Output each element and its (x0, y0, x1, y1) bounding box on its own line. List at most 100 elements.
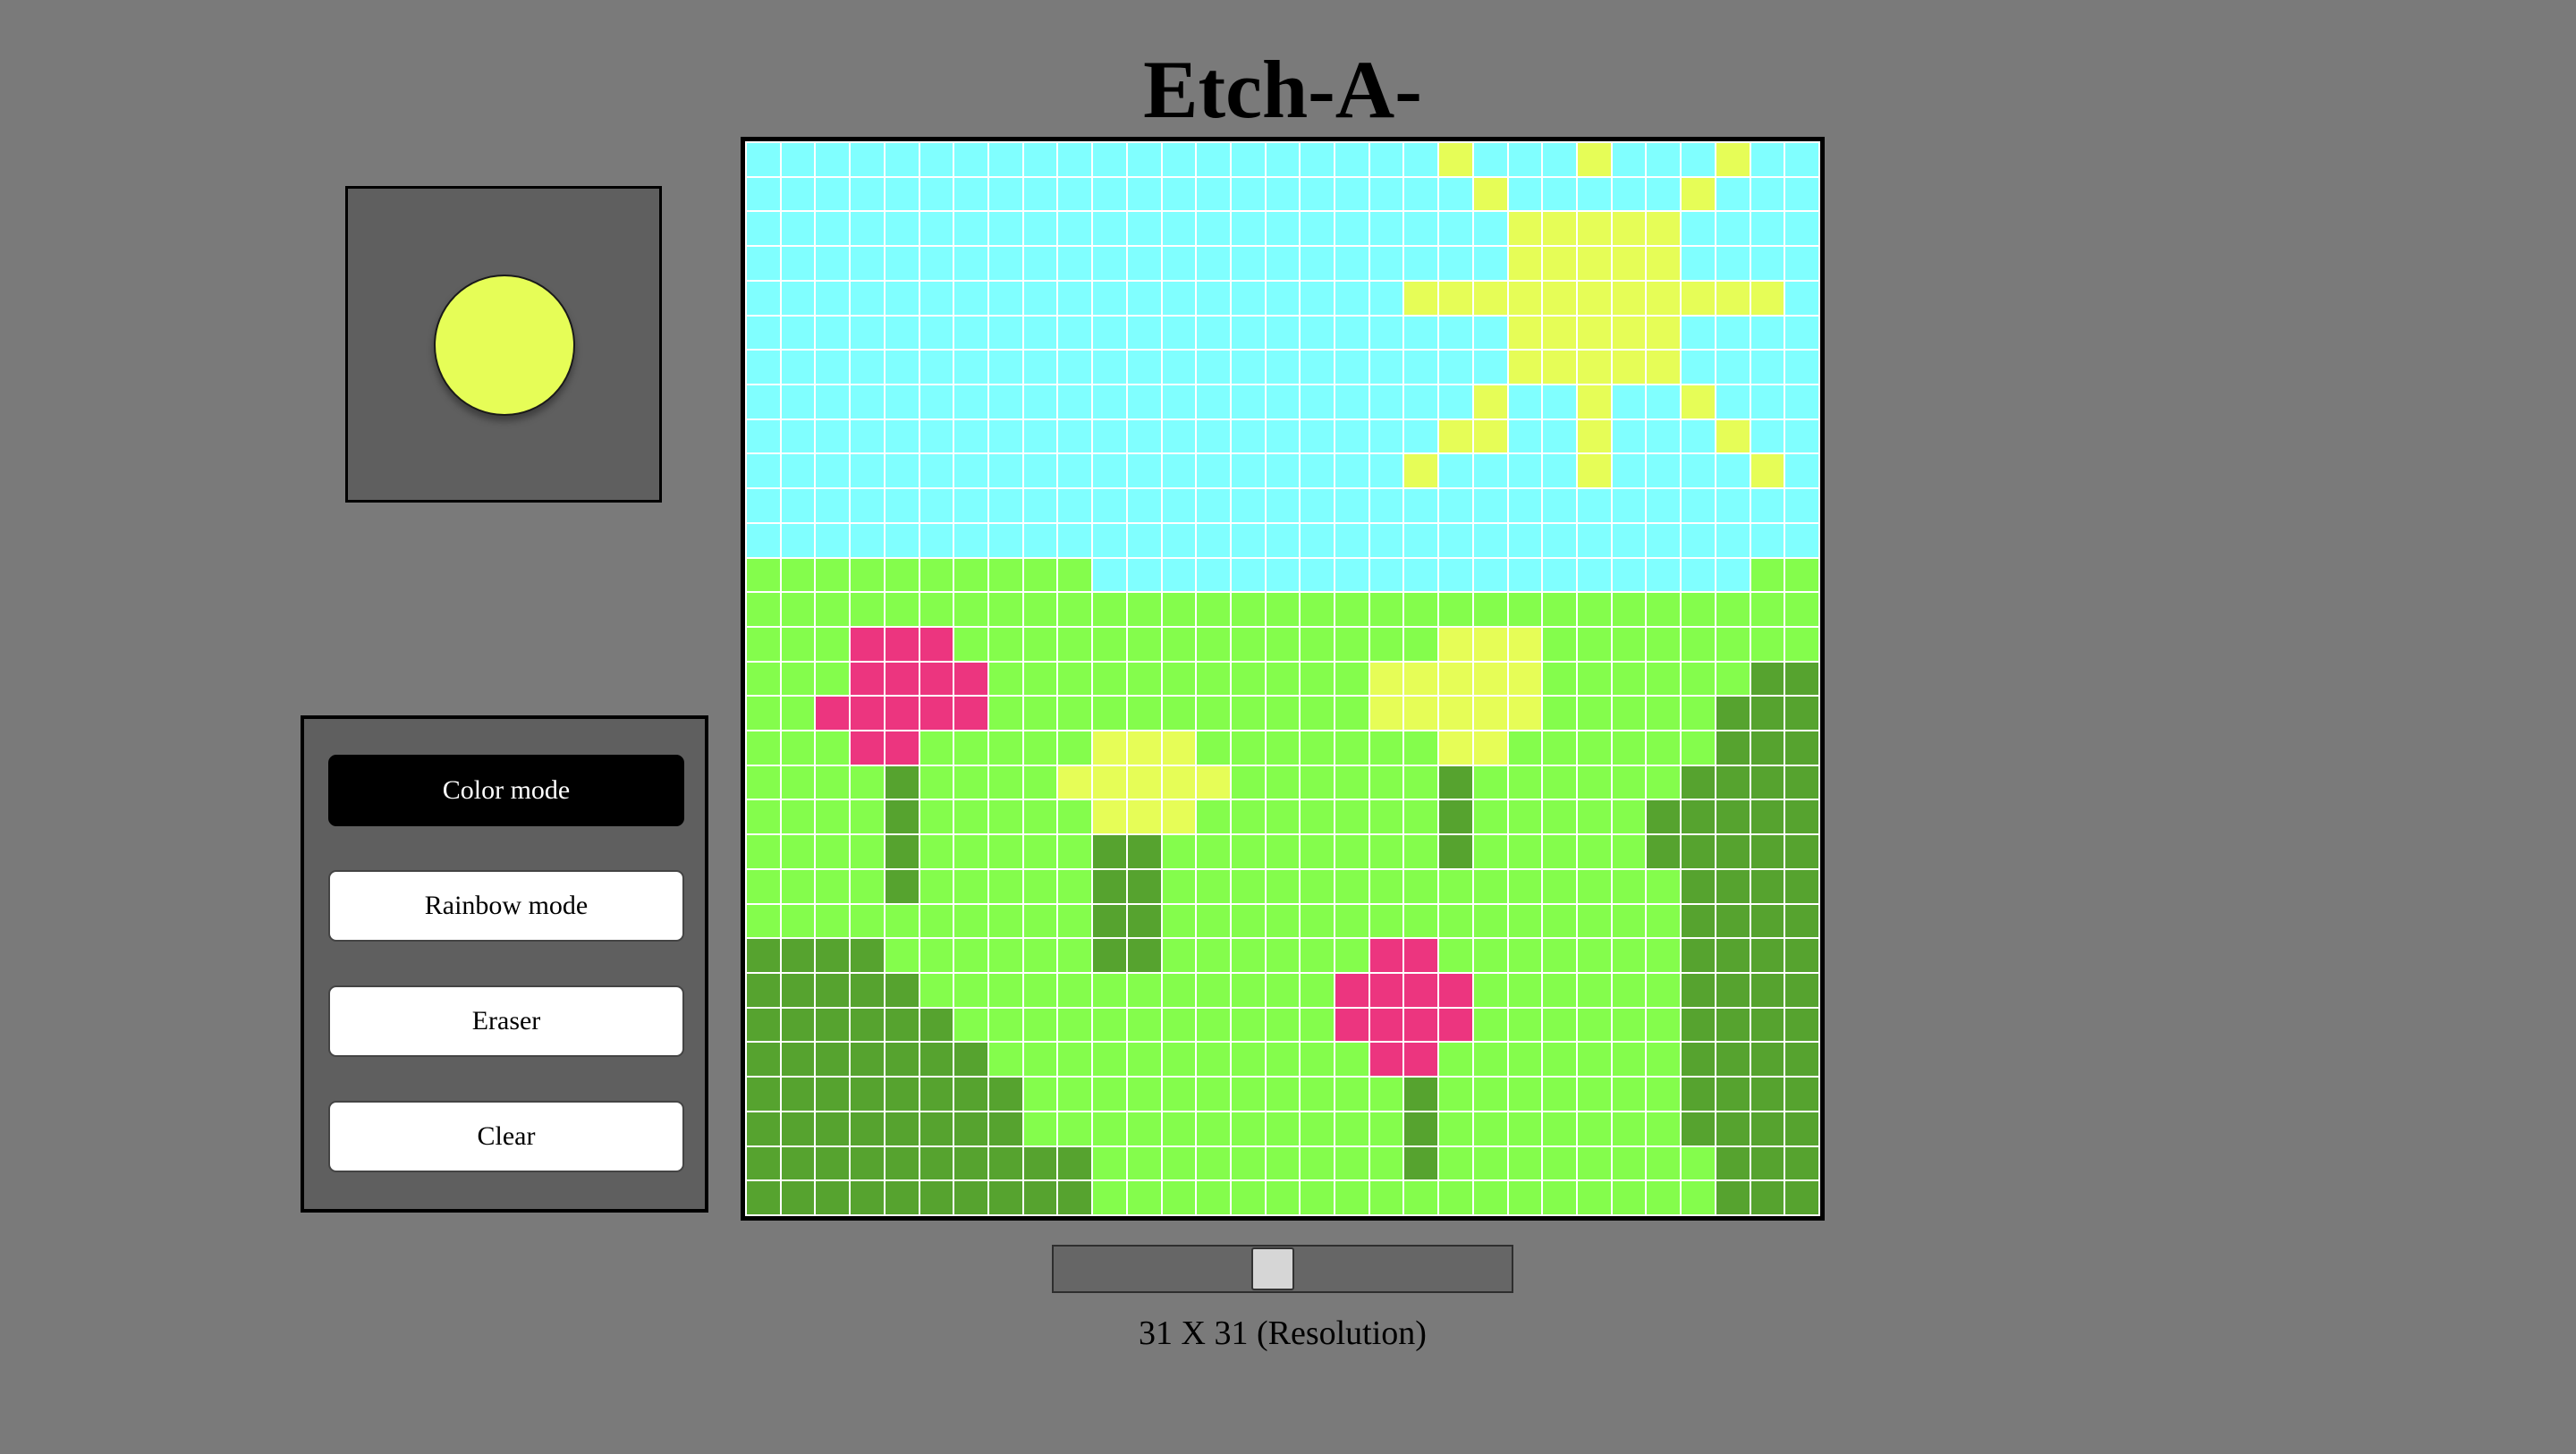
grid-cell[interactable] (1093, 835, 1126, 868)
grid-cell[interactable] (919, 939, 953, 973)
grid-cell[interactable] (1266, 558, 1300, 592)
grid-cell[interactable] (1197, 1112, 1230, 1145)
grid-cell[interactable] (1473, 385, 1507, 418)
grid-cell[interactable] (1508, 523, 1542, 557)
grid-cell[interactable] (1162, 454, 1196, 488)
grid-cell[interactable] (1785, 593, 1818, 626)
grid-cell[interactable] (747, 731, 780, 765)
grid-cell[interactable] (1439, 1181, 1472, 1214)
grid-cell[interactable] (1578, 212, 1611, 246)
grid-cell[interactable] (988, 385, 1022, 418)
grid-cell[interactable] (1682, 177, 1715, 211)
grid-cell[interactable] (954, 974, 987, 1007)
grid-cell[interactable] (1543, 765, 1577, 799)
grid-cell[interactable] (816, 489, 850, 522)
grid-cell[interactable] (1439, 1146, 1472, 1180)
grid-cell[interactable] (1439, 800, 1472, 834)
grid-cell[interactable] (1093, 351, 1126, 384)
grid-cell[interactable] (1162, 593, 1196, 626)
grid-cell[interactable] (1508, 558, 1542, 592)
grid-cell[interactable] (1578, 974, 1611, 1007)
grid-cell[interactable] (954, 454, 987, 488)
grid-cell[interactable] (851, 1146, 884, 1180)
grid-cell[interactable] (885, 212, 919, 246)
grid-cell[interactable] (1197, 351, 1230, 384)
grid-cell[interactable] (1127, 489, 1161, 522)
grid-cell[interactable] (1682, 974, 1715, 1007)
grid-cell[interactable] (1023, 489, 1057, 522)
grid-cell[interactable] (1543, 247, 1577, 280)
grid-cell[interactable] (1578, 247, 1611, 280)
grid-cell[interactable] (781, 1008, 815, 1042)
grid-cell[interactable] (1404, 662, 1438, 696)
grid-cell[interactable] (1231, 558, 1265, 592)
grid-cell[interactable] (1473, 765, 1507, 799)
grid-cell[interactable] (1231, 1146, 1265, 1180)
grid-cell[interactable] (1439, 419, 1472, 453)
grid-cell[interactable] (1266, 523, 1300, 557)
grid-cell[interactable] (1093, 765, 1126, 799)
grid-cell[interactable] (1127, 247, 1161, 280)
grid-cell[interactable] (885, 904, 919, 938)
grid-cell[interactable] (1369, 1181, 1403, 1214)
grid-cell[interactable] (747, 939, 780, 973)
grid-cell[interactable] (1162, 212, 1196, 246)
grid-cell[interactable] (1612, 1181, 1646, 1214)
grid-cell[interactable] (1785, 731, 1818, 765)
grid-cell[interactable] (1127, 454, 1161, 488)
grid-cell[interactable] (1647, 281, 1681, 315)
grid-cell[interactable] (816, 523, 850, 557)
grid-cell[interactable] (1750, 419, 1784, 453)
grid-cell[interactable] (1439, 1043, 1472, 1077)
grid-cell[interactable] (885, 869, 919, 903)
grid-cell[interactable] (781, 385, 815, 418)
grid-cell[interactable] (1785, 939, 1818, 973)
grid-cell[interactable] (816, 1146, 850, 1180)
grid-cell[interactable] (1127, 1146, 1161, 1180)
grid-cell[interactable] (1404, 351, 1438, 384)
grid-cell[interactable] (1301, 1181, 1335, 1214)
grid-cell[interactable] (988, 1146, 1022, 1180)
grid-cell[interactable] (1612, 800, 1646, 834)
grid-cell[interactable] (1508, 316, 1542, 350)
grid-cell[interactable] (1578, 1181, 1611, 1214)
grid-cell[interactable] (1162, 247, 1196, 280)
grid-cell[interactable] (1473, 143, 1507, 176)
grid-cell[interactable] (1231, 1112, 1265, 1145)
grid-cell[interactable] (747, 1043, 780, 1077)
grid-cell[interactable] (1335, 212, 1368, 246)
grid-cell[interactable] (1543, 523, 1577, 557)
grid-cell[interactable] (851, 974, 884, 1007)
grid-cell[interactable] (1439, 523, 1472, 557)
grid-cell[interactable] (851, 904, 884, 938)
grid-cell[interactable] (747, 800, 780, 834)
grid-cell[interactable] (1508, 627, 1542, 661)
grid-cell[interactable] (1785, 1043, 1818, 1077)
grid-cell[interactable] (1023, 558, 1057, 592)
grid-cell[interactable] (988, 143, 1022, 176)
grid-cell[interactable] (885, 316, 919, 350)
grid-cell[interactable] (1266, 765, 1300, 799)
grid-cell[interactable] (781, 419, 815, 453)
grid-cell[interactable] (1543, 385, 1577, 418)
grid-cell[interactable] (1231, 419, 1265, 453)
grid-cell[interactable] (1301, 1043, 1335, 1077)
grid-cell[interactable] (816, 974, 850, 1007)
grid-cell[interactable] (1369, 1146, 1403, 1180)
grid-cell[interactable] (1058, 558, 1092, 592)
grid-cell[interactable] (747, 351, 780, 384)
grid-cell[interactable] (919, 835, 953, 868)
grid-cell[interactable] (851, 731, 884, 765)
grid-cell[interactable] (816, 697, 850, 731)
grid-cell[interactable] (1301, 1146, 1335, 1180)
grid-cell[interactable] (988, 177, 1022, 211)
grid-cell[interactable] (1785, 351, 1818, 384)
grid-cell[interactable] (1301, 177, 1335, 211)
grid-cell[interactable] (1058, 1078, 1092, 1111)
grid-cell[interactable] (988, 1181, 1022, 1214)
grid-cell[interactable] (1439, 835, 1472, 868)
grid-cell[interactable] (1369, 869, 1403, 903)
grid-cell[interactable] (1231, 593, 1265, 626)
grid-cell[interactable] (1508, 593, 1542, 626)
grid-cell[interactable] (1543, 351, 1577, 384)
